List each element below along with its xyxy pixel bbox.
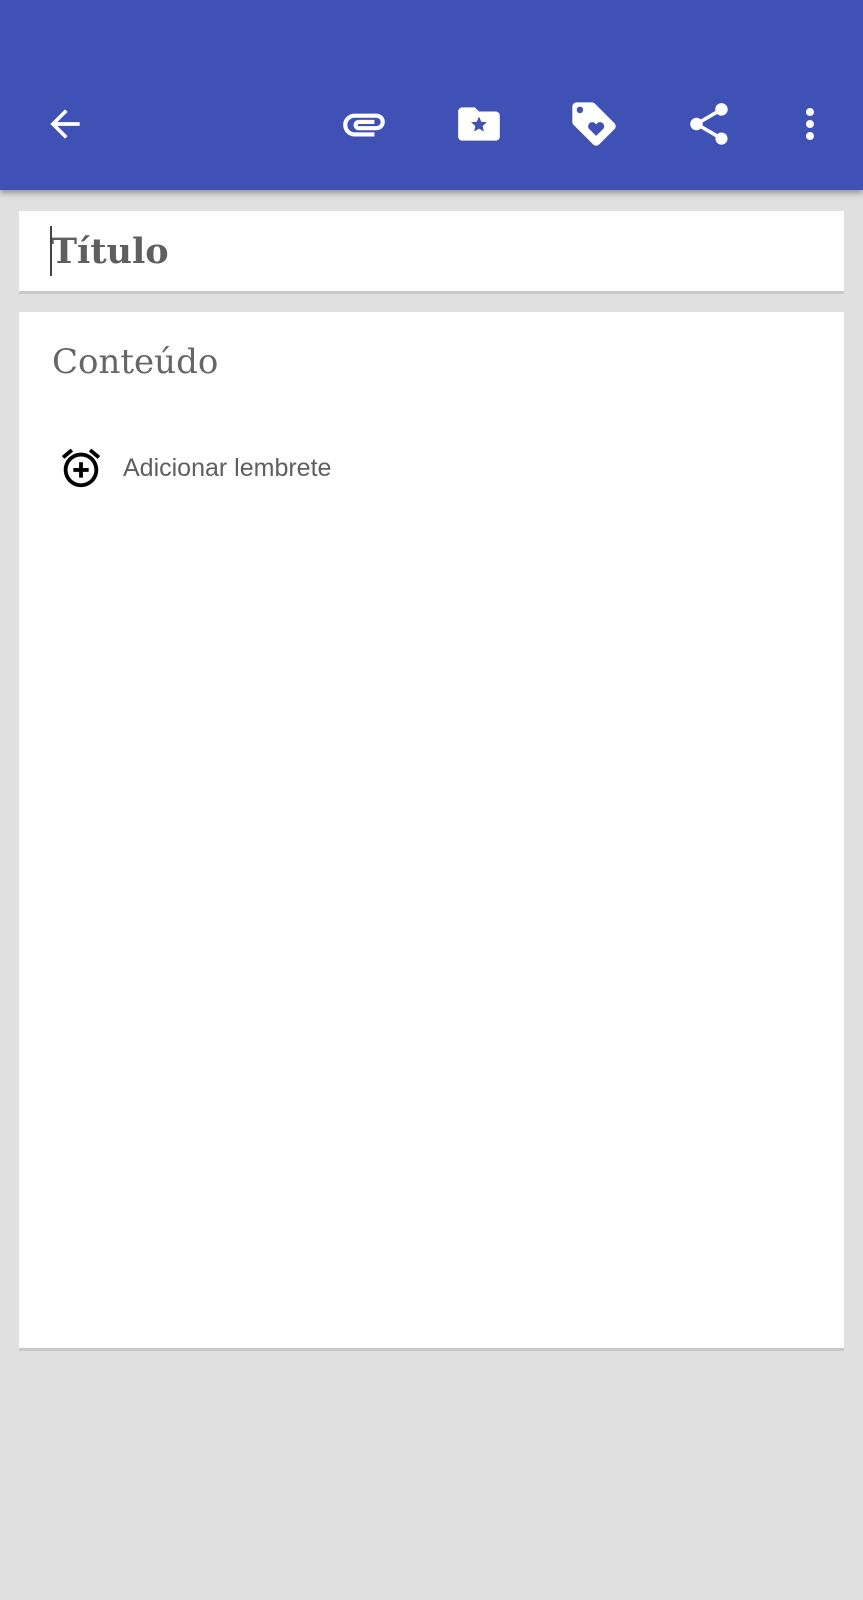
- category-button[interactable]: [451, 96, 507, 152]
- paperclip-icon: [343, 113, 385, 137]
- back-button[interactable]: [37, 96, 93, 152]
- folder-star-icon: [458, 107, 500, 141]
- app-toolbar: [0, 0, 863, 190]
- add-reminder-label: Adicionar lembrete: [123, 453, 332, 482]
- content-card: Adicionar lembrete: [19, 312, 844, 1348]
- text-cursor: [50, 226, 52, 276]
- tag-heart-icon: [572, 102, 616, 146]
- attach-button[interactable]: [336, 96, 392, 152]
- content-input[interactable]: [52, 332, 812, 392]
- arrow-back-icon: [50, 109, 80, 139]
- title-input[interactable]: [49, 225, 811, 277]
- tag-button[interactable]: [566, 96, 622, 152]
- more-options-button[interactable]: [782, 96, 838, 152]
- share-button[interactable]: [681, 96, 737, 152]
- alarm-add-icon: [57, 444, 105, 492]
- add-reminder-button[interactable]: Adicionar lembrete: [57, 442, 331, 494]
- more-vert-icon: [806, 108, 814, 140]
- title-card: [19, 211, 844, 291]
- share-icon: [690, 103, 728, 145]
